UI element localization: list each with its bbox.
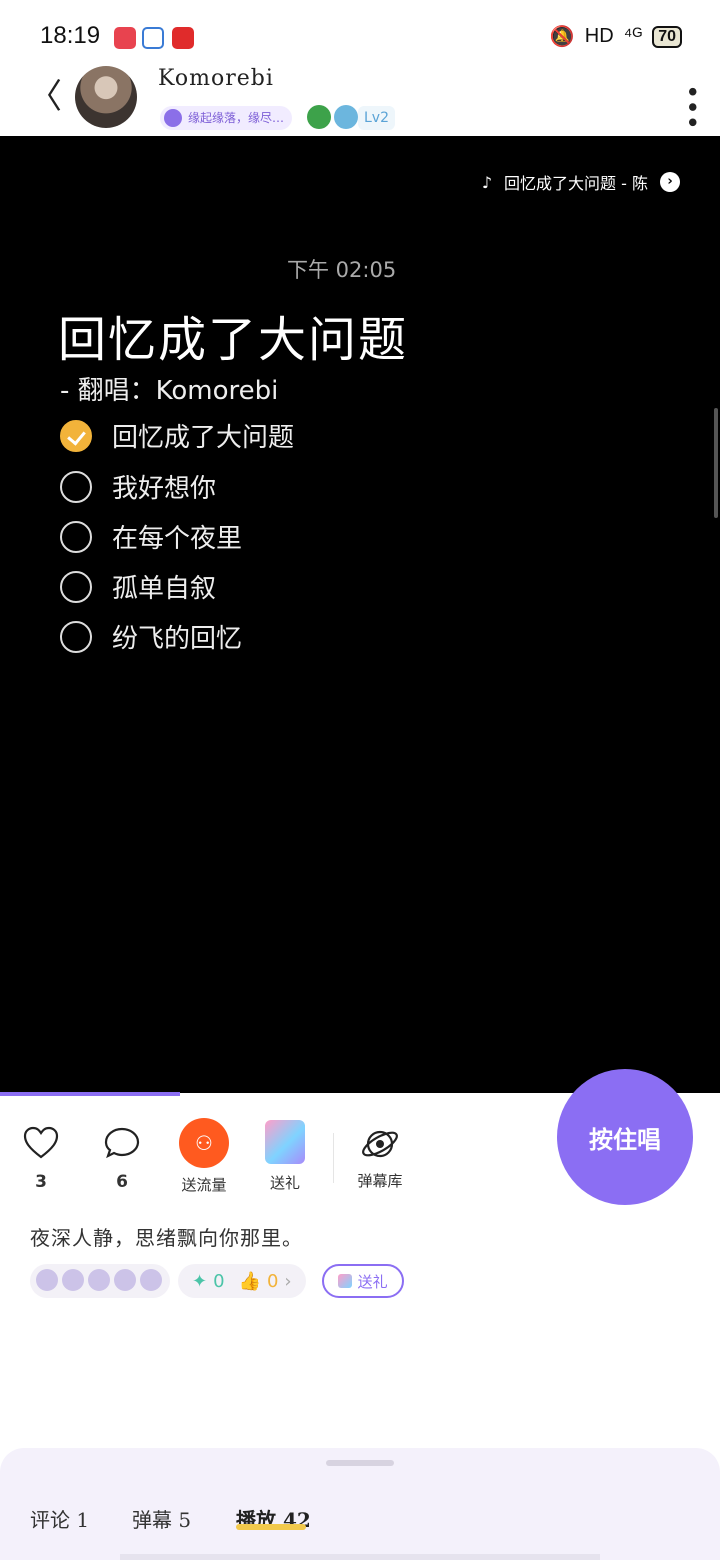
signature-badge[interactable]: 缘起缘落，缘尽… <box>160 106 293 130</box>
gift-small-icon <box>337 1274 352 1288</box>
traffic-icon: ⚇ <box>179 1118 229 1168</box>
diamond-medal-icon <box>334 105 358 129</box>
ranker-avatar <box>140 1269 162 1291</box>
video-time: 下午 02:05 <box>287 258 397 282</box>
lyric-item: 在每个夜里 <box>60 518 242 555</box>
drag-handle[interactable] <box>326 1460 394 1466</box>
like-button[interactable]: 3 <box>22 1126 60 1192</box>
status-time: 18:19 <box>40 22 101 49</box>
app-notification-icon-2 <box>172 27 194 49</box>
back-button[interactable]: 〈 <box>28 80 62 114</box>
lyric-text: 我好想你 <box>112 474 217 504</box>
home-indicator <box>120 1554 600 1560</box>
gem-icon: ✦ <box>192 1270 208 1292</box>
scrollbar-thumb[interactable] <box>714 408 718 518</box>
comment-count: 6 <box>116 1172 128 1192</box>
lyric-item: 孤单自叙 <box>60 568 216 605</box>
lyric-text: 在每个夜里 <box>112 524 243 554</box>
lyric-item: 纷飞的回忆 <box>60 618 242 655</box>
post-caption: 夜深人静，思绪飘向你那里。 <box>30 1226 303 1250</box>
empty-circle-icon <box>60 570 92 603</box>
ranker-avatar <box>36 1269 58 1291</box>
video-title: 回忆成了大问题 <box>58 312 409 368</box>
gift-label: 送礼 <box>269 1174 300 1192</box>
ranker-avatar <box>88 1269 110 1291</box>
gift-button-label: 送礼 <box>357 1272 388 1291</box>
tab-underline <box>236 1524 306 1530</box>
music-note-icon: ♪ <box>481 172 493 192</box>
danmaku-label: 弹幕库 <box>357 1172 403 1190</box>
gift-ranking[interactable] <box>30 1264 170 1298</box>
profile-header: 〈 Komorebi 缘起缘落，缘尽… Lv2 ••• <box>0 60 720 136</box>
gift-stats[interactable]: ✦ 0 👍 0 › <box>178 1264 306 1298</box>
check-circle-icon <box>60 419 92 452</box>
gift-button[interactable]: 送礼 <box>321 1264 404 1298</box>
lyric-item: 回忆成了大问题 <box>60 417 294 454</box>
like-count: 3 <box>35 1172 47 1192</box>
thumb-count: 0 <box>266 1270 279 1292</box>
empty-circle-icon <box>60 620 92 653</box>
app-notification-icon <box>114 27 136 49</box>
lyric-text: 回忆成了大问题 <box>112 423 295 453</box>
planet-icon <box>362 1130 398 1158</box>
send-gift-button[interactable]: 送礼 <box>262 1120 308 1193</box>
signal-icon: ⁴ᴳ <box>623 25 643 47</box>
lyric-text: 纷飞的回忆 <box>112 624 243 654</box>
tab-danmaku[interactable]: 弹幕 5 <box>132 1504 191 1533</box>
song-ticker[interactable]: ♪ 回忆成了大问题 - 陈 › <box>482 170 680 194</box>
mute-icon: 🔕 <box>549 26 575 48</box>
video-player[interactable]: ♪ 回忆成了大问题 - 陈 › 下午 02:05 回忆成了大问题 - 翻唱：Ko… <box>0 136 720 1093</box>
status-right: 🔕 HD ⁴ᴳ 70 <box>550 24 682 49</box>
gem-count: 0 <box>213 1270 225 1292</box>
more-icon[interactable]: ••• <box>676 84 706 130</box>
chevron-right-icon: › <box>284 1270 292 1292</box>
danmaku-library-button[interactable]: 弹幕库 <box>354 1126 406 1191</box>
empty-circle-icon <box>60 470 92 503</box>
divider <box>333 1133 334 1183</box>
badge-text: 缘起缘落，缘尽… <box>188 111 285 125</box>
empty-circle-icon <box>60 520 92 553</box>
battery-icon: 70 <box>652 25 682 48</box>
heart-icon <box>23 1126 59 1159</box>
video-subtitle: - 翻唱：Komorebi <box>60 376 279 406</box>
comment-button[interactable]: 6 <box>103 1126 141 1192</box>
sprout-medal-icon <box>307 105 331 129</box>
gift-row: ✦ 0 👍 0 › 送礼 <box>30 1264 404 1298</box>
send-traffic-button[interactable]: ⚇ 送流量 <box>176 1118 232 1195</box>
level-badge: Lv2 <box>358 106 395 130</box>
hold-to-sing-button[interactable]: 按住唱 <box>557 1069 693 1205</box>
badge-icon <box>164 109 182 127</box>
bottom-sheet[interactable]: 评论 1 弹幕 5 播放 42 <box>0 1448 720 1560</box>
paw-icon <box>142 27 164 49</box>
gift-box-icon <box>265 1120 305 1164</box>
ranker-avatar <box>62 1269 84 1291</box>
lyric-item: 我好想你 <box>60 468 216 505</box>
network-label: HD <box>584 25 614 47</box>
ranker-avatar <box>114 1269 136 1291</box>
song-ticker-text: 回忆成了大问题 - 陈 <box>504 174 648 193</box>
comment-icon <box>104 1127 140 1159</box>
play-icon[interactable]: › <box>660 172 680 192</box>
username[interactable]: Komorebi <box>158 66 274 91</box>
lyric-text: 孤单自叙 <box>112 574 217 604</box>
video-progress-bar[interactable] <box>0 1092 180 1096</box>
tab-comments[interactable]: 评论 1 <box>30 1504 89 1533</box>
traffic-label: 送流量 <box>181 1176 227 1194</box>
avatar[interactable] <box>75 66 137 128</box>
thumb-icon: 👍 <box>238 1270 261 1292</box>
